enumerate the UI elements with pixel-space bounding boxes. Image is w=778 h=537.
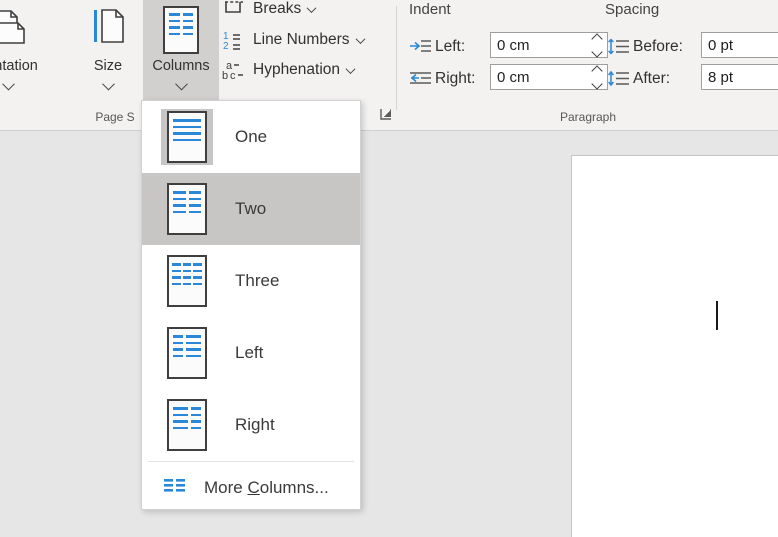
spacing-after-spinbox[interactable]: 8 pt	[701, 64, 778, 90]
columns-button[interactable]: Columns	[143, 0, 219, 100]
page-size-icon	[85, 5, 131, 55]
more-suffix: olumns...	[259, 478, 329, 497]
word-window: rientation Size	[0, 0, 778, 537]
spacing-after-value: 8 pt	[708, 68, 734, 86]
paragraph-group-label: Paragraph	[559, 110, 617, 124]
menu-item-one-label: One	[235, 127, 268, 146]
indent-left-value: 0 cm	[497, 36, 530, 54]
ribbon-group-paragraph: Indent Spacing Left: 0 cm Right: 0 cm Be…	[398, 0, 778, 130]
menu-item-left[interactable]: Left	[142, 317, 360, 389]
document-workspace	[0, 131, 778, 537]
indent-left-icon	[409, 37, 432, 57]
indent-right-label: Right:	[435, 70, 476, 87]
spacing-before-field-row: Before:	[607, 32, 683, 62]
orientation-label: rientation	[0, 58, 38, 74]
spacing-section-title: Spacing	[605, 1, 660, 18]
text-caret	[716, 301, 718, 330]
indent-left-stepper[interactable]	[587, 32, 607, 58]
svg-text:c: c	[230, 70, 236, 81]
spacing-before-value: 0 pt	[708, 36, 734, 54]
breaks-icon	[222, 0, 246, 20]
chevron-down-icon	[306, 0, 317, 18]
spacing-after-field-row: After:	[607, 64, 670, 94]
menu-item-left-label: Left	[235, 343, 264, 362]
svg-text:2: 2	[223, 41, 229, 51]
columns-dropdown-menu: One Two Three Left Right More Columns...	[141, 100, 361, 510]
hyphenation-button[interactable]: a b c Hyphenation	[218, 55, 358, 85]
indent-right-spinbox[interactable]: 0 cm	[490, 64, 608, 90]
indent-right-icon	[409, 69, 432, 89]
columns-icon	[163, 5, 199, 55]
size-label: Size	[93, 58, 123, 74]
indent-right-field-row: Right:	[409, 64, 476, 94]
menu-item-two-label: Two	[235, 199, 267, 218]
breaks-label: Breaks	[253, 0, 302, 17]
line-numbers-icon: 1 2	[222, 29, 246, 52]
columns-one-icon	[161, 109, 213, 165]
spacing-after-label: After:	[633, 70, 671, 87]
indent-left-spinbox[interactable]: 0 cm	[490, 32, 608, 58]
more-prefix: More	[204, 478, 248, 497]
menu-item-three-label: Three	[235, 271, 280, 290]
group-separator	[396, 6, 397, 110]
hyphenation-label: Hyphenation	[253, 61, 341, 78]
orientation-button[interactable]: rientation	[0, 0, 44, 100]
menu-item-right[interactable]: Right	[142, 389, 360, 461]
chevron-down-icon	[345, 61, 356, 79]
line-numbers-button[interactable]: 1 2 Line Numbers	[218, 25, 368, 55]
chevron-down-icon	[174, 77, 188, 95]
menu-item-right-label: Right	[235, 415, 275, 434]
columns-right-icon	[161, 397, 213, 453]
more-columns-icon	[164, 478, 186, 499]
columns-two-icon	[161, 181, 213, 237]
size-button[interactable]: Size	[72, 0, 144, 100]
page-setup-dialog-launcher[interactable]	[378, 106, 396, 124]
spacing-before-label: Before:	[633, 38, 683, 55]
menu-item-more-columns[interactable]: More Columns...	[142, 462, 360, 514]
menu-item-one[interactable]: One	[142, 101, 360, 173]
chevron-down-icon	[355, 31, 365, 49]
menu-item-two[interactable]: Two	[142, 173, 360, 245]
hyphenation-icon: a b c	[222, 59, 246, 82]
spacing-before-icon	[607, 37, 630, 57]
spacing-after-icon	[607, 69, 630, 89]
indent-section-title: Indent	[409, 1, 451, 18]
menu-item-three[interactable]: Three	[142, 245, 360, 317]
ribbon: rientation Size	[0, 0, 778, 131]
chevron-down-icon	[1, 77, 15, 95]
more-accel-key: C	[247, 478, 260, 497]
orientation-icon	[0, 5, 31, 55]
indent-right-stepper[interactable]	[587, 64, 607, 90]
indent-right-value: 0 cm	[497, 68, 530, 86]
menu-item-more-columns-label: More Columns...	[204, 478, 329, 498]
columns-three-icon	[161, 253, 213, 309]
breaks-button[interactable]: Breaks	[218, 0, 319, 24]
indent-left-label: Left:	[435, 38, 466, 55]
indent-left-field-row: Left:	[409, 32, 465, 62]
document-page[interactable]	[571, 155, 778, 537]
chevron-down-icon	[101, 77, 115, 95]
svg-text:b: b	[222, 70, 228, 81]
columns-left-icon	[161, 325, 213, 381]
line-numbers-label: Line Numbers	[253, 31, 350, 48]
columns-label: Columns	[152, 58, 210, 74]
spacing-before-spinbox[interactable]: 0 pt	[701, 32, 778, 58]
